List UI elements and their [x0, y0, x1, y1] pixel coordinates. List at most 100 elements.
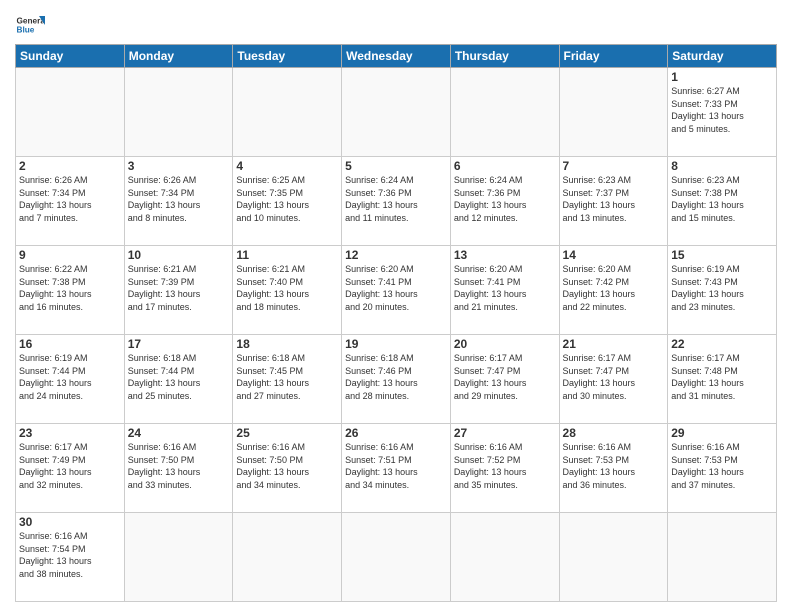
day-info: Sunrise: 6:18 AM Sunset: 7:44 PM Dayligh… — [128, 352, 230, 402]
day-info: Sunrise: 6:24 AM Sunset: 7:36 PM Dayligh… — [345, 174, 447, 224]
day-cell: 2Sunrise: 6:26 AM Sunset: 7:34 PM Daylig… — [16, 157, 125, 246]
day-cell — [668, 513, 777, 602]
week-row-4: 23Sunrise: 6:17 AM Sunset: 7:49 PM Dayli… — [16, 424, 777, 513]
day-cell: 15Sunrise: 6:19 AM Sunset: 7:43 PM Dayli… — [668, 246, 777, 335]
day-info: Sunrise: 6:20 AM Sunset: 7:42 PM Dayligh… — [563, 263, 665, 313]
day-info: Sunrise: 6:17 AM Sunset: 7:49 PM Dayligh… — [19, 441, 121, 491]
day-info: Sunrise: 6:16 AM Sunset: 7:53 PM Dayligh… — [563, 441, 665, 491]
day-number: 2 — [19, 159, 121, 173]
day-number: 3 — [128, 159, 230, 173]
day-cell: 24Sunrise: 6:16 AM Sunset: 7:50 PM Dayli… — [124, 424, 233, 513]
day-number: 10 — [128, 248, 230, 262]
day-number: 4 — [236, 159, 338, 173]
day-cell: 20Sunrise: 6:17 AM Sunset: 7:47 PM Dayli… — [450, 335, 559, 424]
day-number: 9 — [19, 248, 121, 262]
header: General Blue — [15, 10, 777, 40]
logo: General Blue — [15, 10, 45, 40]
day-info: Sunrise: 6:26 AM Sunset: 7:34 PM Dayligh… — [128, 174, 230, 224]
day-cell — [342, 513, 451, 602]
week-row-2: 9Sunrise: 6:22 AM Sunset: 7:38 PM Daylig… — [16, 246, 777, 335]
logo-icon: General Blue — [15, 10, 45, 40]
week-row-0: 1Sunrise: 6:27 AM Sunset: 7:33 PM Daylig… — [16, 68, 777, 157]
week-row-1: 2 Sunrise: 6:26 AM Sunset: 7:34 PM Daylig… — [16, 157, 777, 246]
day-info: Sunrise: 6:27 AM Sunset: 7:33 PM Dayligh… — [671, 85, 773, 135]
day-cell — [342, 68, 451, 157]
week-row-3: 16Sunrise: 6:19 AM Sunset: 7:44 PM Dayli… — [16, 335, 777, 424]
svg-text:Blue: Blue — [17, 26, 35, 35]
day-number: 8 — [671, 159, 773, 173]
day-info: Sunrise: 6:21 AM Sunset: 7:39 PM Dayligh… — [128, 263, 230, 313]
day-cell: 27Sunrise: 6:16 AM Sunset: 7:52 PM Dayli… — [450, 424, 559, 513]
day-cell — [124, 68, 233, 157]
day-info: Sunrise: 6:23 AM Sunset: 7:37 PM Dayligh… — [563, 174, 665, 224]
day-number: 17 — [128, 337, 230, 351]
day-cell: 28Sunrise: 6:16 AM Sunset: 7:53 PM Dayli… — [559, 424, 668, 513]
day-number: 19 — [345, 337, 447, 351]
day-info: Sunrise: 6:18 AM Sunset: 7:46 PM Dayligh… — [345, 352, 447, 402]
day-cell: 19Sunrise: 6:18 AM Sunset: 7:46 PM Dayli… — [342, 335, 451, 424]
day-info: Sunrise: 6:21 AM Sunset: 7:40 PM Dayligh… — [236, 263, 338, 313]
day-info: Sunrise: 6:19 AM Sunset: 7:44 PM Dayligh… — [19, 352, 121, 402]
weekday-header-row: SundayMondayTuesdayWednesdayThursdayFrid… — [16, 45, 777, 68]
day-cell: 25Sunrise: 6:16 AM Sunset: 7:50 PM Dayli… — [233, 424, 342, 513]
day-number: 5 — [345, 159, 447, 173]
day-info: Sunrise: 6:18 AM Sunset: 7:45 PM Dayligh… — [236, 352, 338, 402]
day-info: Sunrise: 6:23 AM Sunset: 7:38 PM Dayligh… — [671, 174, 773, 224]
day-cell — [450, 513, 559, 602]
day-cell: 4Sunrise: 6:25 AM Sunset: 7:35 PM Daylig… — [233, 157, 342, 246]
day-number: 20 — [454, 337, 556, 351]
day-cell: 8Sunrise: 6:23 AM Sunset: 7:38 PM Daylig… — [668, 157, 777, 246]
day-number: 26 — [345, 426, 447, 440]
day-number: 22 — [671, 337, 773, 351]
day-cell: 13Sunrise: 6:20 AM Sunset: 7:41 PM Dayli… — [450, 246, 559, 335]
day-cell: 5Sunrise: 6:24 AM Sunset: 7:36 PM Daylig… — [342, 157, 451, 246]
day-cell — [559, 513, 668, 602]
day-info: Sunrise: 6:17 AM Sunset: 7:48 PM Dayligh… — [671, 352, 773, 402]
day-cell: 14Sunrise: 6:20 AM Sunset: 7:42 PM Dayli… — [559, 246, 668, 335]
day-info: Sunrise: 6:20 AM Sunset: 7:41 PM Dayligh… — [345, 263, 447, 313]
day-info: Sunrise: 6:22 AM Sunset: 7:38 PM Dayligh… — [19, 263, 121, 313]
week-row-5: 30Sunrise: 6:16 AM Sunset: 7:54 PM Dayli… — [16, 513, 777, 602]
day-number: 7 — [563, 159, 665, 173]
day-info: Sunrise: 6:20 AM Sunset: 7:41 PM Dayligh… — [454, 263, 556, 313]
day-number: 11 — [236, 248, 338, 262]
day-info: Sunrise: 6:24 AM Sunset: 7:36 PM Dayligh… — [454, 174, 556, 224]
day-info: Sunrise: 6:16 AM Sunset: 7:53 PM Dayligh… — [671, 441, 773, 491]
day-cell — [124, 513, 233, 602]
weekday-tuesday: Tuesday — [233, 45, 342, 68]
day-info: Sunrise: 6:16 AM Sunset: 7:50 PM Dayligh… — [236, 441, 338, 491]
day-info: Sunrise: 6:25 AM Sunset: 7:35 PM Dayligh… — [236, 174, 338, 224]
day-cell: 30Sunrise: 6:16 AM Sunset: 7:54 PM Dayli… — [16, 513, 125, 602]
calendar-table: SundayMondayTuesdayWednesdayThursdayFrid… — [15, 44, 777, 602]
day-info: Sunrise: 6:16 AM Sunset: 7:51 PM Dayligh… — [345, 441, 447, 491]
day-number: 27 — [454, 426, 556, 440]
day-number: 18 — [236, 337, 338, 351]
page: General Blue SundayMondayTuesdayWednesda… — [0, 0, 792, 612]
weekday-sunday: Sunday — [16, 45, 125, 68]
day-cell: 16Sunrise: 6:19 AM Sunset: 7:44 PM Dayli… — [16, 335, 125, 424]
weekday-saturday: Saturday — [668, 45, 777, 68]
day-number: 6 — [454, 159, 556, 173]
day-number: 15 — [671, 248, 773, 262]
day-number: 28 — [563, 426, 665, 440]
day-number: 29 — [671, 426, 773, 440]
day-info: Sunrise: 6:19 AM Sunset: 7:43 PM Dayligh… — [671, 263, 773, 313]
day-cell: 3Sunrise: 6:26 AM Sunset: 7:34 PM Daylig… — [124, 157, 233, 246]
day-cell: 21Sunrise: 6:17 AM Sunset: 7:47 PM Dayli… — [559, 335, 668, 424]
day-cell: 6Sunrise: 6:24 AM Sunset: 7:36 PM Daylig… — [450, 157, 559, 246]
day-cell — [559, 68, 668, 157]
day-cell: 26Sunrise: 6:16 AM Sunset: 7:51 PM Dayli… — [342, 424, 451, 513]
day-cell — [450, 68, 559, 157]
day-number: 24 — [128, 426, 230, 440]
day-cell — [233, 513, 342, 602]
day-cell: 22Sunrise: 6:17 AM Sunset: 7:48 PM Dayli… — [668, 335, 777, 424]
day-number: 21 — [563, 337, 665, 351]
day-cell: 11Sunrise: 6:21 AM Sunset: 7:40 PM Dayli… — [233, 246, 342, 335]
day-cell: 17Sunrise: 6:18 AM Sunset: 7:44 PM Dayli… — [124, 335, 233, 424]
weekday-friday: Friday — [559, 45, 668, 68]
day-cell: 12Sunrise: 6:20 AM Sunset: 7:41 PM Dayli… — [342, 246, 451, 335]
day-info: Sunrise: 6:17 AM Sunset: 7:47 PM Dayligh… — [563, 352, 665, 402]
day-cell: 9Sunrise: 6:22 AM Sunset: 7:38 PM Daylig… — [16, 246, 125, 335]
day-info: Sunrise: 6:17 AM Sunset: 7:47 PM Dayligh… — [454, 352, 556, 402]
day-cell: 7Sunrise: 6:23 AM Sunset: 7:37 PM Daylig… — [559, 157, 668, 246]
